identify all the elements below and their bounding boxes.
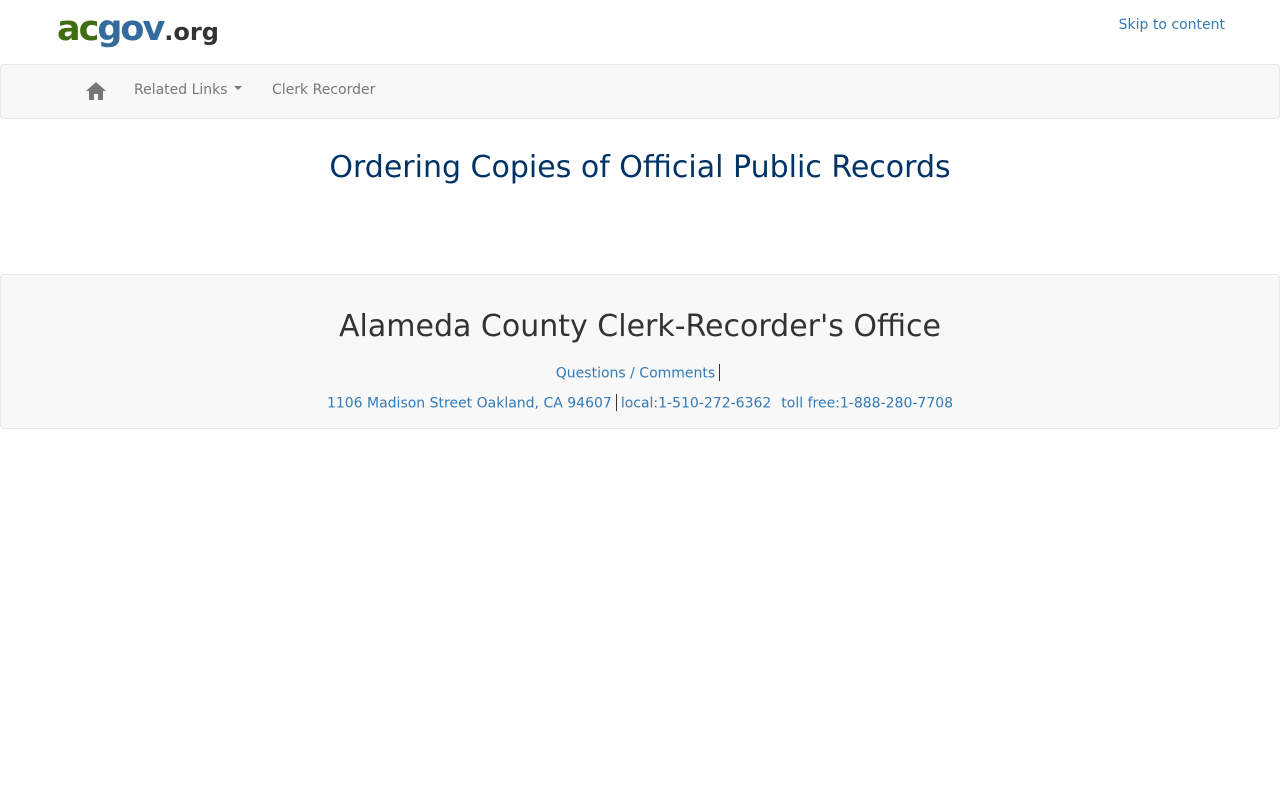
questions-comments-link[interactable]: Questions / Comments (556, 366, 715, 382)
address-link[interactable]: 1106 Madison Street Oakland, CA 94607 (327, 396, 612, 412)
nav-related-links-label: Related Links (134, 82, 228, 98)
logo-gov-text: gov (97, 9, 165, 49)
acgov-logo[interactable]: ac gov .org (57, 12, 219, 47)
footer-contact-line: 1106 Madison Street Oakland, CA 94607 loc… (1, 394, 1279, 412)
caret-down-icon (233, 86, 242, 90)
separator (615, 394, 617, 411)
separator (719, 364, 721, 381)
main-navbar: Related Links Clerk Recorder (0, 64, 1280, 119)
site-header: ac gov .org Skip to content (0, 0, 1280, 64)
footer-questions-line: Questions / Comments (1, 364, 1279, 382)
skip-to-content-link[interactable]: Skip to content (1119, 17, 1225, 33)
home-icon[interactable] (85, 80, 107, 102)
toll-free-phone-link[interactable]: toll free:1-888-280-7708 (781, 396, 953, 412)
nav-clerk-recorder-link[interactable]: Clerk Recorder (272, 82, 375, 98)
local-phone-link[interactable]: local:1-510-272-6362 (621, 396, 771, 412)
nav-related-links-dropdown[interactable]: Related Links (134, 82, 242, 98)
footer-panel: Alameda County Clerk-Recorder's Office Q… (0, 274, 1280, 429)
logo-org-text: .org (164, 18, 219, 46)
page-title: Ordering Copies of Official Public Recor… (329, 150, 951, 185)
logo-ac-text: ac (57, 9, 99, 49)
office-name: Alameda County Clerk-Recorder's Office (339, 309, 941, 344)
